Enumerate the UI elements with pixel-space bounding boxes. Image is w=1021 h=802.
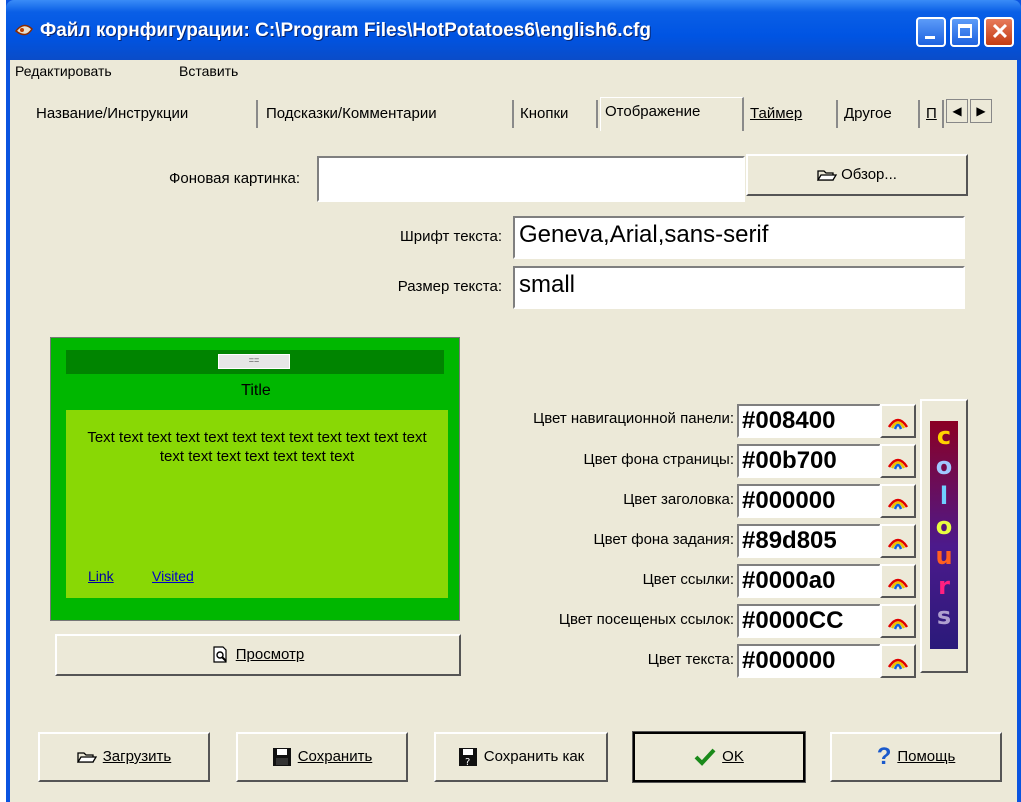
preview-content: Text text text text text text text text … — [66, 410, 448, 598]
color-label-nav: Цвет навигационной панели: — [533, 410, 734, 427]
color-label-visited: Цвет посещеных ссылок: — [558, 611, 734, 628]
browse-label: Обзор... — [841, 166, 897, 183]
svg-text:?: ? — [465, 757, 470, 767]
color-value-exercise-bg[interactable]: #89d805 — [737, 524, 881, 558]
color-picker-page-bg[interactable] — [880, 444, 916, 478]
color-label-page-bg: Цвет фона страницы: — [583, 451, 734, 468]
menu-insert[interactable]: Вставить — [175, 63, 242, 79]
tab-more[interactable]: П — [922, 100, 944, 128]
tab-scroll-left-icon[interactable]: ◀ — [946, 99, 968, 123]
save-as-icon: ? — [458, 748, 477, 767]
preview-pane: == Title Text text text text text text t… — [50, 337, 460, 621]
color-label-link: Цвет ссылки: — [642, 571, 734, 588]
color-label-text: Цвет текста: — [647, 651, 734, 668]
tab-more-label: П — [926, 105, 937, 122]
colours-letter: s — [936, 602, 952, 630]
help-button[interactable]: ? Помощь — [830, 732, 1002, 782]
color-value-title[interactable]: #000000 — [737, 484, 881, 518]
colours-letter: l — [939, 482, 949, 510]
close-button[interactable]: ✕ — [984, 17, 1014, 47]
tab-hints-feedback[interactable]: Подсказки/Комментарии — [262, 100, 514, 128]
save-label: Сохранить — [297, 748, 373, 765]
preview-nav-button: == — [218, 354, 290, 369]
save-as-button[interactable]: ? Сохранить как — [434, 732, 608, 782]
question-mark-icon: ? — [876, 743, 892, 771]
load-label: Загрузить — [102, 748, 172, 765]
rainbow-icon — [887, 578, 909, 590]
rainbow-icon — [887, 498, 909, 510]
tab-timer-label: Таймер — [750, 105, 803, 122]
color-picker-nav[interactable] — [880, 404, 916, 438]
rainbow-icon — [887, 418, 909, 430]
colours-letter: o — [935, 452, 953, 480]
text-size-input[interactable]: small — [513, 266, 965, 309]
preview-link: Link — [88, 568, 114, 584]
font-label: Шрифт текста: — [399, 228, 502, 245]
tab-scroll-right-icon[interactable]: ▶ — [970, 99, 992, 123]
tab-buttons[interactable]: Кнопки — [516, 100, 598, 128]
color-picker-title[interactable] — [880, 484, 916, 518]
ok-button[interactable]: OK — [632, 731, 806, 783]
maximize-icon — [958, 24, 972, 38]
tab-bar: Название/Инструкции Подсказки/Комментари… — [10, 97, 1017, 131]
preview-button[interactable]: Просмотр — [55, 634, 461, 676]
preview-title: Title — [241, 382, 271, 399]
font-input[interactable]: Geneva,Arial,sans-serif — [513, 216, 965, 259]
tab-appearance[interactable]: Отображение — [600, 97, 744, 131]
color-value-link[interactable]: #0000a0 — [737, 564, 881, 598]
colours-logo: c o l o u r s — [930, 421, 958, 649]
save-as-label: Сохранить как — [483, 748, 585, 765]
close-icon: ✕ — [990, 19, 1010, 44]
open-folder-icon — [76, 752, 97, 763]
colours-letter: o — [935, 512, 953, 540]
color-picker-exercise-bg[interactable] — [880, 524, 916, 558]
hot-potatoes-icon — [14, 24, 33, 36]
color-picker-link[interactable] — [880, 564, 916, 598]
tab-timer[interactable]: Таймер — [746, 100, 838, 128]
colours-letter: u — [935, 542, 953, 570]
preview-visited-link: Visited — [152, 568, 194, 584]
color-picker-visited[interactable] — [880, 604, 916, 638]
preview-text: Text text text text text text text text … — [87, 429, 427, 465]
color-value-nav[interactable]: #008400 — [737, 404, 881, 438]
color-label-title: Цвет заголовка: — [623, 491, 734, 508]
color-value-visited[interactable]: #0000CC — [737, 604, 881, 638]
save-button[interactable]: Сохранить — [236, 732, 408, 782]
window-title: Файл корнфигурации: C:\Program Files\Hot… — [40, 20, 652, 41]
color-picker-text[interactable] — [880, 644, 916, 678]
rainbow-icon — [887, 618, 909, 630]
background-image-label: Фоновая картинка: — [169, 170, 300, 187]
help-label: Помощь — [897, 748, 956, 765]
colours-button[interactable]: c o l o u r s — [920, 399, 968, 673]
open-folder-icon — [816, 170, 838, 181]
maximize-button[interactable] — [950, 17, 980, 47]
magnifier-page-icon — [213, 646, 227, 663]
checkmark-icon — [694, 748, 716, 766]
color-label-exercise-bg: Цвет фона задания: — [593, 531, 734, 548]
minimize-button[interactable] — [916, 17, 946, 47]
color-value-page-bg[interactable]: #00b700 — [737, 444, 881, 478]
preview-nav-bar: == — [66, 350, 444, 374]
minimize-icon — [925, 36, 935, 39]
colours-letter: r — [938, 572, 950, 600]
colours-letter: c — [936, 422, 952, 450]
menu-edit[interactable]: Редактировать — [11, 63, 116, 79]
text-size-label: Размер текста: — [397, 278, 502, 295]
browse-button[interactable]: Обзор... — [746, 154, 968, 196]
rainbow-icon — [887, 458, 909, 470]
title-bar[interactable]: Файл корнфигурации: C:\Program Files\Hot… — [6, 0, 1021, 60]
rainbow-icon — [887, 538, 909, 550]
tab-other[interactable]: Другое — [840, 100, 920, 128]
color-value-text[interactable]: #000000 — [737, 644, 881, 678]
rainbow-icon — [887, 658, 909, 670]
menu-bar: Редактировать Вставить — [10, 60, 1017, 82]
floppy-disk-icon — [272, 748, 291, 767]
ok-label: OK — [722, 748, 744, 765]
preview-button-label: Просмотр — [235, 646, 305, 663]
tab-title-instructions[interactable]: Название/Инструкции — [32, 100, 258, 128]
load-button[interactable]: Загрузить — [38, 732, 210, 782]
background-image-input[interactable] — [317, 156, 745, 202]
